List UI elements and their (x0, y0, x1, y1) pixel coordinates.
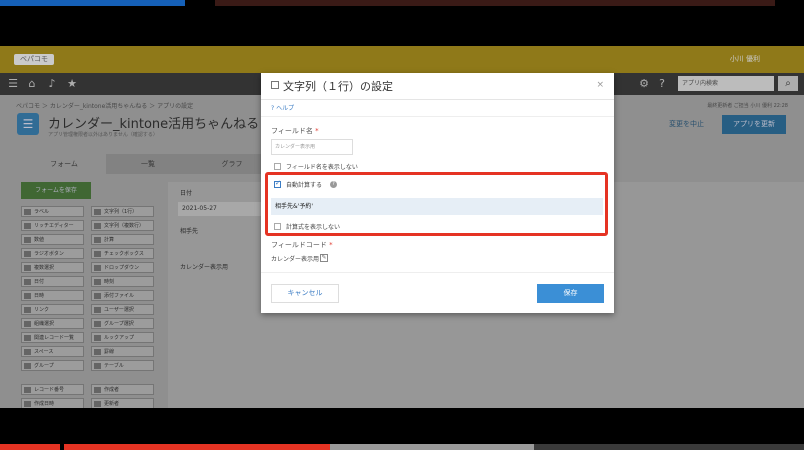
letterbox-top (0, 0, 804, 46)
text-field-icon (271, 81, 279, 89)
save-button[interactable]: 保存 (537, 284, 604, 303)
highlight-box (265, 172, 608, 236)
hide-name-label: フィールド名を表示しない (286, 164, 358, 171)
divider (261, 116, 614, 117)
field-name-label: フィールド名 * (271, 127, 319, 135)
dialog-title: 文字列（１行）の設定 (283, 80, 393, 93)
bottom-strip-grey (330, 444, 534, 450)
cancel-button[interactable]: キャンセル (271, 284, 339, 303)
top-strip-blue (0, 0, 185, 6)
top-strip-dark (215, 0, 775, 6)
field-name-input[interactable]: カレンダー表示用 (271, 139, 353, 155)
footer-divider (261, 272, 614, 273)
hide-name-checkbox[interactable] (274, 163, 281, 170)
bottom-strip-red-b (64, 444, 330, 450)
bottom-strip-dark (534, 444, 804, 450)
edit-icon[interactable]: ✎ (320, 254, 328, 262)
dialog-header: 文字列（１行）の設定 × (261, 73, 614, 100)
help-link[interactable]: ? ヘルプ (271, 103, 294, 112)
field-code-value: カレンダー表示用 (271, 256, 320, 263)
field-code-label: フィールドコード * (271, 241, 333, 249)
bottom-strip-red-a (0, 444, 60, 450)
close-icon[interactable]: × (596, 80, 604, 90)
